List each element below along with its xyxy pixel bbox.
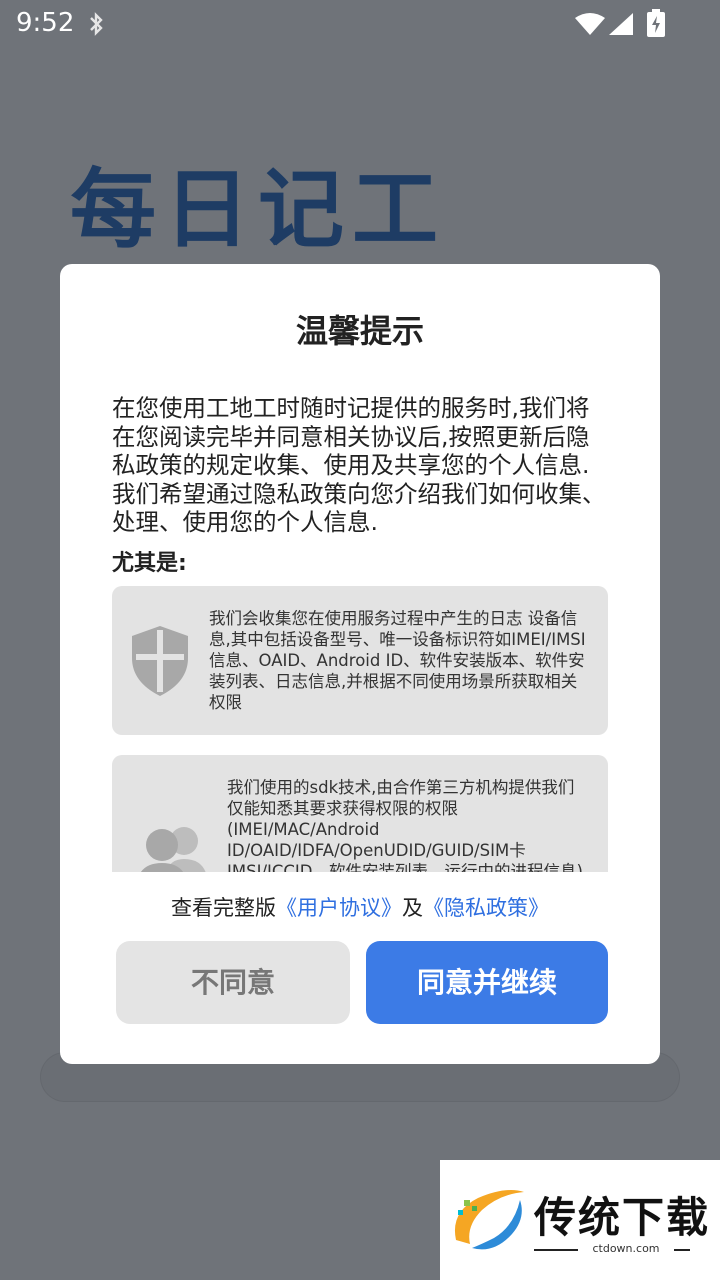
permission-card-list[interactable]: 我们会收集您在使用服务过程中产生的日志 设备信息,其中包括设备型号、唯一设备标识… (112, 586, 608, 872)
bluetooth-icon (90, 12, 103, 36)
permission-card: 我们使用的sdk技术,由合作第三方机构提供我们仅能知悉其要求获得权限的权限(IM… (112, 755, 608, 872)
battery-charging-icon (647, 9, 665, 37)
especially-label: 尤其是: (112, 551, 187, 576)
watermark-logo-icon (454, 1190, 524, 1250)
wifi-icon (575, 13, 605, 35)
watermark: 传统下载 ctdown.com (440, 1160, 720, 1280)
watermark-url: ctdown.com (592, 1242, 660, 1255)
agree-continue-button[interactable]: 同意并继续 (366, 941, 608, 1024)
shield-icon (132, 626, 188, 696)
agreement-links: 查看完整版《用户协议》及《隐私政策》 (0, 892, 720, 922)
permission-card: 我们会收集您在使用服务过程中产生的日志 设备信息,其中包括设备型号、唯一设备标识… (112, 586, 608, 735)
app-logo-background: 每日记工 (70, 160, 446, 260)
card-text: 我们使用的sdk技术,由合作第三方机构提供我们仅能知悉其要求获得权限的权限(IM… (227, 778, 583, 872)
watermark-divider (534, 1249, 578, 1251)
status-bar: 9:52 (0, 0, 720, 48)
intro-text: 在您使用工地工时随时记提供的服务时,我们将在您阅读完毕并同意相关协议后,按照更新… (112, 394, 606, 536)
disagree-button[interactable]: 不同意 (116, 941, 350, 1024)
status-time: 9:52 (16, 8, 75, 38)
signal-icon (609, 13, 633, 35)
card-text: 我们会收集您在使用服务过程中产生的日志 设备信息,其中包括设备型号、唯一设备标识… (209, 609, 586, 712)
dialog-title: 温馨提示 (295, 312, 424, 350)
links-and: 及 (402, 896, 423, 920)
privacy-policy-link[interactable]: 《隐私政策》 (423, 896, 549, 920)
user-agreement-link[interactable]: 《用户协议》 (276, 896, 402, 920)
watermark-title: 传统下载 (534, 1193, 711, 1242)
watermark-divider (674, 1249, 690, 1251)
links-prefix: 查看完整版 (171, 896, 276, 920)
users-icon (141, 827, 206, 872)
